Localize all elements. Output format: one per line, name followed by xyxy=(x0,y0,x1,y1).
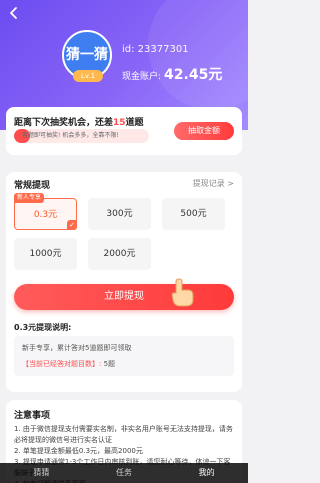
back-arrow-icon[interactable] xyxy=(7,6,21,20)
withdraw-title: 常规提现 xyxy=(14,181,51,191)
amount-label: 500元 xyxy=(180,209,207,219)
amount-option-300[interactable]: 300元 xyxy=(88,198,151,230)
rule-line-1: 新手专享，累计答对5道题即可领取 xyxy=(22,344,132,352)
lottery-card: 距离下次抽奖机会，还差15道题 客题即可抽奖! 机会多多，全靠不限! 抽取金额 xyxy=(6,107,242,155)
withdraw-now-button[interactable]: 立即提现 xyxy=(14,284,234,310)
new-user-badge: 新人专享 xyxy=(14,193,45,203)
lottery-progress-text: 客题即可抽奖! 机会多多，全靠不限! xyxy=(22,132,119,139)
bottom-tab-bar: 猜猜 任务 我的 xyxy=(0,463,248,483)
level-badge: Lv.1 xyxy=(73,70,103,82)
rule-title: 0.3元提现说明: xyxy=(14,323,72,332)
rule-line-2-prefix: 【当前已经答对题目数】: xyxy=(22,360,102,368)
tab-tasks[interactable]: 任务 xyxy=(83,463,166,483)
user-id: id: 23377301 xyxy=(122,44,189,55)
balance-row: 现金账户: 42.45元 xyxy=(122,64,222,84)
amount-label: 0.3元 xyxy=(33,210,58,220)
lottery-progress-bar: 客题即可抽奖! 机会多多，全靠不限! xyxy=(14,129,149,143)
rule-box: 新手专享，累计答对5道题即可领取 【当前已经答对题目数】: 5题 xyxy=(14,336,234,376)
amount-option-1000[interactable]: 1000元 xyxy=(14,238,77,270)
amount-label: 2000元 xyxy=(103,249,136,259)
pointing-hand-icon xyxy=(171,278,194,307)
amount-option-0-3[interactable]: 新人专享 0.3元 ✓ xyxy=(14,193,77,230)
amount-option-500[interactable]: 500元 xyxy=(162,198,225,230)
lottery-count: 15 xyxy=(113,118,126,128)
rule-line-2-value: 5题 xyxy=(103,360,116,368)
tab-guess[interactable]: 猜猜 xyxy=(0,463,83,483)
avatar[interactable]: 猜一猜 Lv.1 xyxy=(62,30,112,82)
draw-amount-button[interactable]: 抽取金额 xyxy=(174,122,234,140)
withdraw-record-link[interactable]: 提现记录 > xyxy=(193,178,234,189)
withdraw-card: 常规提现 提现记录 > 新人专享 0.3元 ✓ 300元 500元 1000元 … xyxy=(6,172,242,392)
notice-title: 注意事项 xyxy=(14,411,51,421)
lottery-prefix: 距离下次抽奖机会，还差 xyxy=(14,118,114,128)
lottery-title: 距离下次抽奖机会，还差15道题 xyxy=(14,115,144,128)
lottery-suffix: 道题 xyxy=(125,118,144,128)
amount-option-2000[interactable]: 2000元 xyxy=(88,238,151,270)
avatar-logo-text: 猜一猜 xyxy=(66,47,108,63)
amount-label: 1000元 xyxy=(29,249,62,259)
amount-label: 300元 xyxy=(106,209,133,219)
balance-label: 现金账户: xyxy=(122,72,162,82)
rule-line-2: 【当前已经答对题目数】: 5题 xyxy=(22,359,115,369)
tab-mine[interactable]: 我的 xyxy=(165,463,248,483)
check-icon: ✓ xyxy=(67,220,77,230)
balance-value: 42.45元 xyxy=(164,67,223,83)
